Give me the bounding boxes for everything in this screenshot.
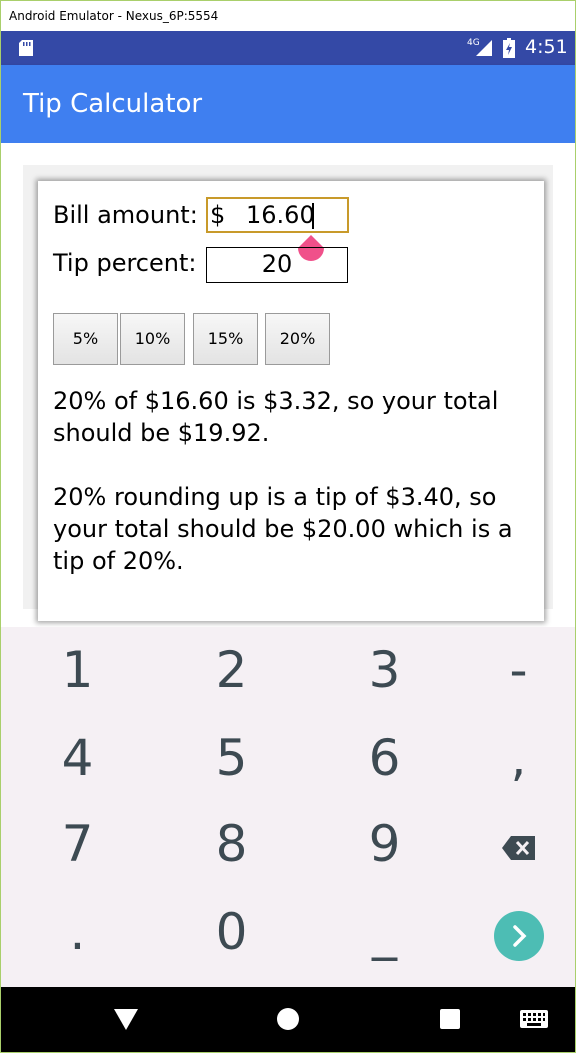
recents-icon[interactable] <box>439 1008 461 1030</box>
key-6[interactable]: 6 <box>313 729 456 815</box>
tip-percent-input[interactable]: 20 <box>206 247 348 283</box>
go-icon <box>493 911 544 961</box>
key-8[interactable]: 8 <box>160 815 303 901</box>
key-0[interactable]: 0 <box>160 903 303 989</box>
main-content: Bill amount: $ 16.60 Tip percent: 20 5% … <box>1 143 575 627</box>
backspace-icon <box>501 836 535 860</box>
text-cursor <box>312 203 314 229</box>
status-bar: 4G 4:51 <box>1 31 575 65</box>
window-title: Android Emulator - Nexus_6P:5554 <box>9 9 219 23</box>
tip-percent-label: Tip percent: <box>53 249 197 277</box>
status-clock: 4:51 <box>525 36 568 58</box>
key-comma[interactable]: , <box>447 729 575 815</box>
emulator-title-bar: Android Emulator - Nexus_6P:5554 <box>1 1 575 31</box>
tip-result-text: 20% of $16.60 is $3.32, so your total sh… <box>53 387 499 447</box>
key-underscore[interactable]: _ <box>313 903 456 989</box>
key-5[interactable]: 5 <box>160 729 303 815</box>
app-title: Tip Calculator <box>23 89 203 119</box>
back-icon[interactable] <box>113 1007 139 1031</box>
bill-amount-label: Bill amount: <box>53 201 198 229</box>
key-1[interactable]: 1 <box>6 641 149 727</box>
rounded-tip-result-text: 20% rounding up is a tip of $3.40, so yo… <box>53 483 513 575</box>
key-9[interactable]: 9 <box>313 815 456 901</box>
tip-percent-value: 20 <box>261 250 293 278</box>
key-2[interactable]: 2 <box>160 641 303 727</box>
currency-symbol: $ <box>210 201 226 229</box>
key-period[interactable]: . <box>6 903 149 989</box>
navigation-bar <box>1 987 575 1052</box>
key-3[interactable]: 3 <box>313 641 456 727</box>
numeric-keyboard: 1 2 3 - 4 5 6 , 7 8 9 . 0 _ <box>1 627 575 987</box>
go-key[interactable] <box>447 903 575 989</box>
backspace-key[interactable] <box>447 815 575 901</box>
keyboard-switch-icon[interactable] <box>519 1009 549 1031</box>
sd-card-icon <box>19 40 33 56</box>
calculator-card: Bill amount: $ 16.60 Tip percent: 20 5% … <box>38 181 544 621</box>
signal-icon <box>476 40 492 56</box>
battery-icon <box>503 38 515 58</box>
tip-20-button[interactable]: 20% <box>265 313 330 365</box>
tip-15-button[interactable]: 15% <box>193 313 258 365</box>
home-icon[interactable] <box>276 1007 300 1031</box>
app-bar: Tip Calculator <box>1 65 575 143</box>
key-7[interactable]: 7 <box>6 815 149 901</box>
content-background: Bill amount: $ 16.60 Tip percent: 20 5% … <box>23 165 553 621</box>
bill-amount-value: 16.60 <box>246 201 315 229</box>
tip-10-button[interactable]: 10% <box>120 313 185 365</box>
key-4[interactable]: 4 <box>6 729 149 815</box>
tip-5-button[interactable]: 5% <box>53 313 118 365</box>
key-minus[interactable]: - <box>447 641 575 727</box>
emulator-window: Android Emulator - Nexus_6P:5554 4G 4:51… <box>0 0 576 1053</box>
bill-amount-input[interactable]: $ 16.60 <box>206 197 349 233</box>
